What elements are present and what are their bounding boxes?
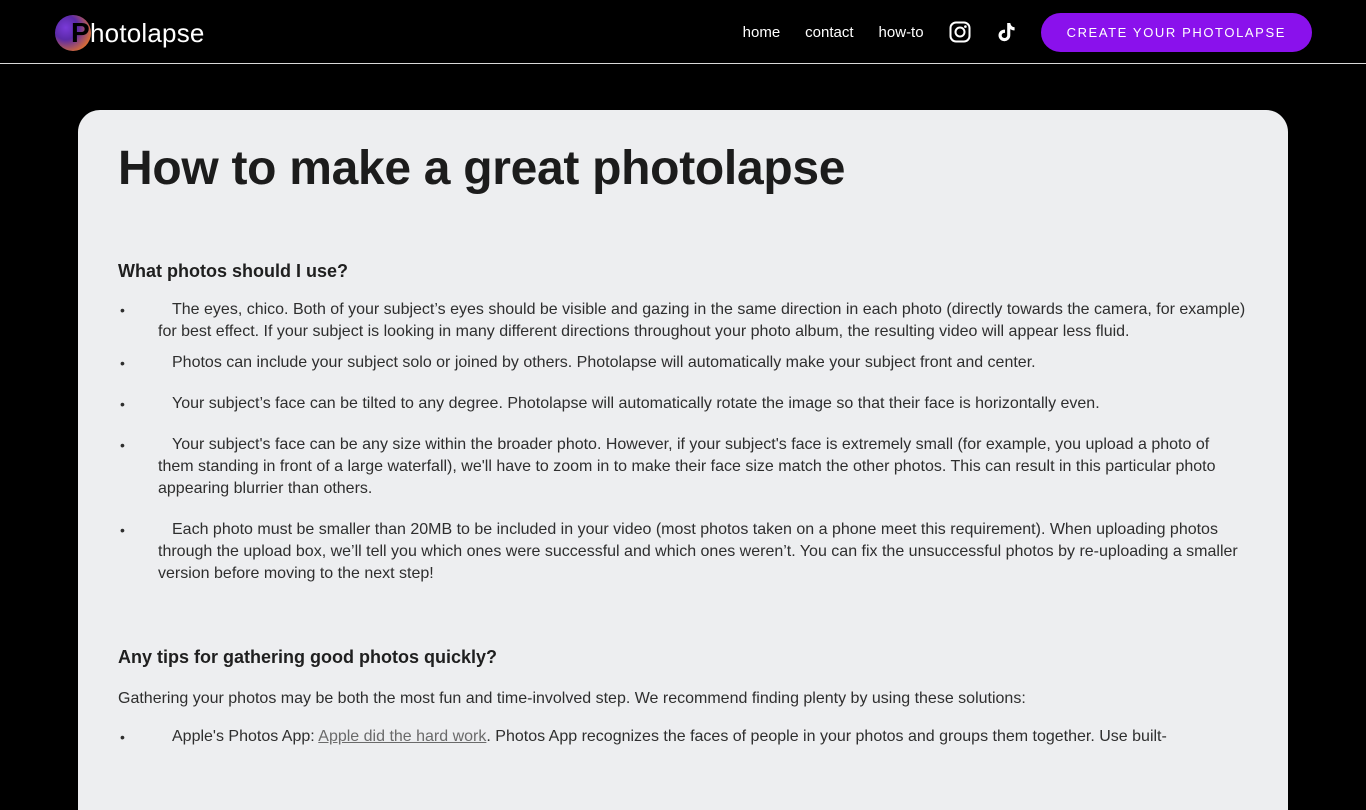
list-item: Your subject’s face can be tilted to any… (120, 393, 1248, 415)
tip-suffix: . Photos App recognizes the faces of peo… (486, 728, 1167, 745)
section-heading-tips: Any tips for gathering good photos quick… (118, 647, 497, 667)
content-card: How to make a great photolapse What phot… (78, 110, 1288, 810)
list-item: Your subject's face can be any size with… (120, 434, 1248, 500)
photos-guidelines-list: The eyes, chico. Both of your subject’s … (118, 299, 1248, 585)
section-heading-photos: What photos should I use? (118, 261, 348, 281)
tip-prefix: Apple's Photos App: (172, 728, 319, 745)
site-header: P hotolapse home contact how-to CREATE Y… (0, 0, 1366, 64)
nav-howto-link[interactable]: how-to (879, 24, 924, 41)
logo-text: hotolapse (90, 17, 205, 48)
list-item: Photos can include your subject solo or … (120, 352, 1248, 374)
list-item: Each photo must be smaller than 20MB to … (120, 519, 1248, 585)
logo[interactable]: P hotolapse (55, 15, 205, 51)
instagram-icon[interactable] (949, 21, 971, 43)
main-nav: home contact how-to CREATE YOUR PHOTOLAP… (743, 0, 1312, 64)
tips-list: Apple's Photos App: Apple did the hard w… (118, 726, 1248, 748)
page-title: How to make a great photolapse (118, 142, 846, 195)
list-item: The eyes, chico. Both of your subject’s … (120, 299, 1248, 343)
tiktok-icon[interactable] (995, 21, 1017, 43)
logo-orb-icon: P (55, 15, 91, 51)
list-item: Apple's Photos App: Apple did the hard w… (120, 726, 1248, 748)
logo-letter: P (71, 17, 90, 48)
nav-contact-link[interactable]: contact (805, 24, 853, 41)
nav-home-link[interactable]: home (743, 24, 781, 41)
apple-hard-work-link[interactable]: Apple did the hard work (318, 728, 486, 745)
tips-intro: Gathering your photos may be both the mo… (118, 690, 1026, 707)
create-photolapse-button[interactable]: CREATE YOUR PHOTOLAPSE (1040, 12, 1312, 52)
